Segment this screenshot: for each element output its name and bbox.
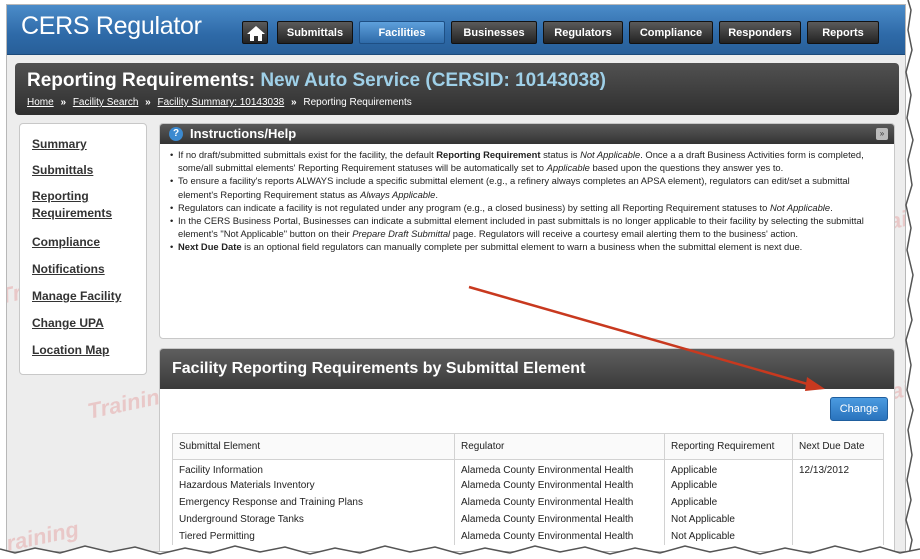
sidebar-item-summary[interactable]: Summary	[32, 136, 87, 153]
top-navigation-bar: CERS Regulator Submittals Facilities Busin…	[7, 5, 905, 55]
instruction-item: If no draft/submitted submittals exist f…	[170, 148, 888, 174]
cell-next-due-date	[792, 527, 884, 545]
cell-regulator: Alameda County Environmental Health	[454, 510, 665, 528]
screenshot-frame: Training Training Training Training Trai…	[6, 4, 906, 552]
table-row[interactable]: Hazardous Materials Inventory Alameda Co…	[172, 476, 884, 494]
sidebar-item-change-upa[interactable]: Change UPA	[32, 315, 104, 332]
instruction-item: To ensure a facility's reports ALWAYS in…	[170, 174, 888, 200]
sidebar-item-location-map[interactable]: Location Map	[32, 342, 109, 359]
page-header: Reporting Requirements: New Auto Service…	[15, 63, 899, 115]
breadcrumb-current: Reporting Requirements	[303, 97, 412, 108]
cell-submittal-element: Facility Information	[172, 459, 455, 477]
column-header-regulator[interactable]: Regulator	[454, 433, 665, 460]
page-title-label: Reporting Requirements:	[27, 70, 256, 91]
cell-reporting-requirement: Applicable	[664, 459, 793, 477]
column-header-reporting-requirement[interactable]: Reporting Requirement	[664, 433, 793, 460]
table-row[interactable]: Underground Storage Tanks Alameda County…	[172, 510, 884, 528]
column-header-submittal-element[interactable]: Submittal Element	[172, 433, 455, 460]
app-title[interactable]: CERS Regulator	[21, 12, 202, 41]
cell-submittal-element: Emergency Response and Training Plans	[172, 493, 455, 511]
facility-name: New Auto Service (CERSID: 10143038)	[260, 70, 606, 91]
instructions-panel: ? Instructions/Help » If no draft/submit…	[159, 123, 895, 339]
sidebar-item-submittals[interactable]: Submittals	[32, 162, 93, 179]
cell-regulator: Alameda County Environmental Health	[454, 527, 665, 545]
reporting-requirements-title: Facility Reporting Requirements by Submi…	[172, 360, 586, 377]
page-title: Reporting Requirements: New Auto Service…	[27, 70, 606, 92]
instructions-header[interactable]: ? Instructions/Help »	[160, 124, 894, 144]
breadcrumb-home[interactable]: Home	[27, 97, 54, 108]
nav-facilities-button[interactable]: Facilities	[359, 21, 445, 44]
breadcrumb-facility-search[interactable]: Facility Search	[73, 97, 139, 108]
requirements-table: Submittal Element Regulator Reporting Re…	[172, 433, 884, 545]
cell-submittal-element: Hazardous Materials Inventory	[172, 476, 455, 494]
reporting-requirements-panel: Facility Reporting Requirements by Submi…	[159, 348, 895, 551]
instruction-item: In the CERS Business Portal, Businesses …	[170, 214, 888, 240]
instruction-item: Next Due Date is an optional field regul…	[170, 240, 888, 253]
sidebar-item-manage-facility[interactable]: Manage Facility	[32, 288, 121, 305]
breadcrumb-separator: »	[145, 97, 151, 108]
cell-reporting-requirement: Not Applicable	[664, 527, 793, 545]
sidebar-item-notifications[interactable]: Notifications	[32, 261, 105, 278]
reporting-requirements-header: Facility Reporting Requirements by Submi…	[160, 349, 894, 389]
column-header-next-due-date[interactable]: Next Due Date	[792, 433, 884, 460]
breadcrumb-facility-summary[interactable]: Facility Summary: 10143038	[158, 97, 285, 108]
nav-regulators-button[interactable]: Regulators	[543, 21, 623, 44]
cell-next-due-date	[792, 493, 884, 511]
home-icon	[247, 26, 265, 41]
cell-regulator: Alameda County Environmental Health	[454, 493, 665, 511]
cell-reporting-requirement: Applicable	[664, 493, 793, 511]
sidebar-item-reporting-requirements[interactable]: Reporting Requirements	[32, 188, 132, 222]
nav-compliance-button[interactable]: Compliance	[629, 21, 713, 44]
cell-regulator: Alameda County Environmental Health	[454, 459, 665, 477]
help-icon: ?	[169, 127, 183, 141]
nav-responders-button[interactable]: Responders	[719, 21, 801, 44]
cell-regulator: Alameda County Environmental Health	[454, 476, 665, 494]
change-button[interactable]: Change	[830, 397, 888, 421]
cell-next-due-date	[792, 510, 884, 528]
cell-reporting-requirement: Not Applicable	[664, 510, 793, 528]
collapse-icon[interactable]: »	[876, 128, 888, 140]
table-row[interactable]: Tiered Permitting Alameda County Environ…	[172, 527, 884, 545]
cell-submittal-element: Tiered Permitting	[172, 527, 455, 545]
instruction-item: Regulators can indicate a facility is no…	[170, 201, 888, 214]
nav-submittals-button[interactable]: Submittals	[277, 21, 353, 44]
table-row[interactable]: Emergency Response and Training Plans Al…	[172, 493, 884, 511]
sidebar: Summary Submittals Reporting Requirement…	[19, 123, 147, 375]
breadcrumb-separator: »	[291, 97, 297, 108]
table-header-row: Submittal Element Regulator Reporting Re…	[172, 433, 884, 460]
nav-reports-button[interactable]: Reports	[807, 21, 879, 44]
cell-next-due-date: 12/13/2012	[792, 459, 884, 477]
cell-next-due-date	[792, 476, 884, 494]
nav-businesses-button[interactable]: Businesses	[451, 21, 537, 44]
instructions-list: If no draft/submitted submittals exist f…	[170, 148, 888, 254]
sidebar-item-compliance[interactable]: Compliance	[32, 234, 100, 251]
breadcrumb-separator: »	[60, 97, 67, 108]
watermark: Training	[6, 516, 81, 552]
cell-reporting-requirement: Applicable	[664, 476, 793, 494]
breadcrumb: Home » Facility Search » Facility Summar…	[27, 97, 412, 108]
cell-submittal-element: Underground Storage Tanks	[172, 510, 455, 528]
table-row[interactable]: Facility Information Alameda County Envi…	[172, 459, 884, 477]
instructions-title: Instructions/Help	[190, 126, 297, 141]
home-button[interactable]	[242, 21, 268, 44]
